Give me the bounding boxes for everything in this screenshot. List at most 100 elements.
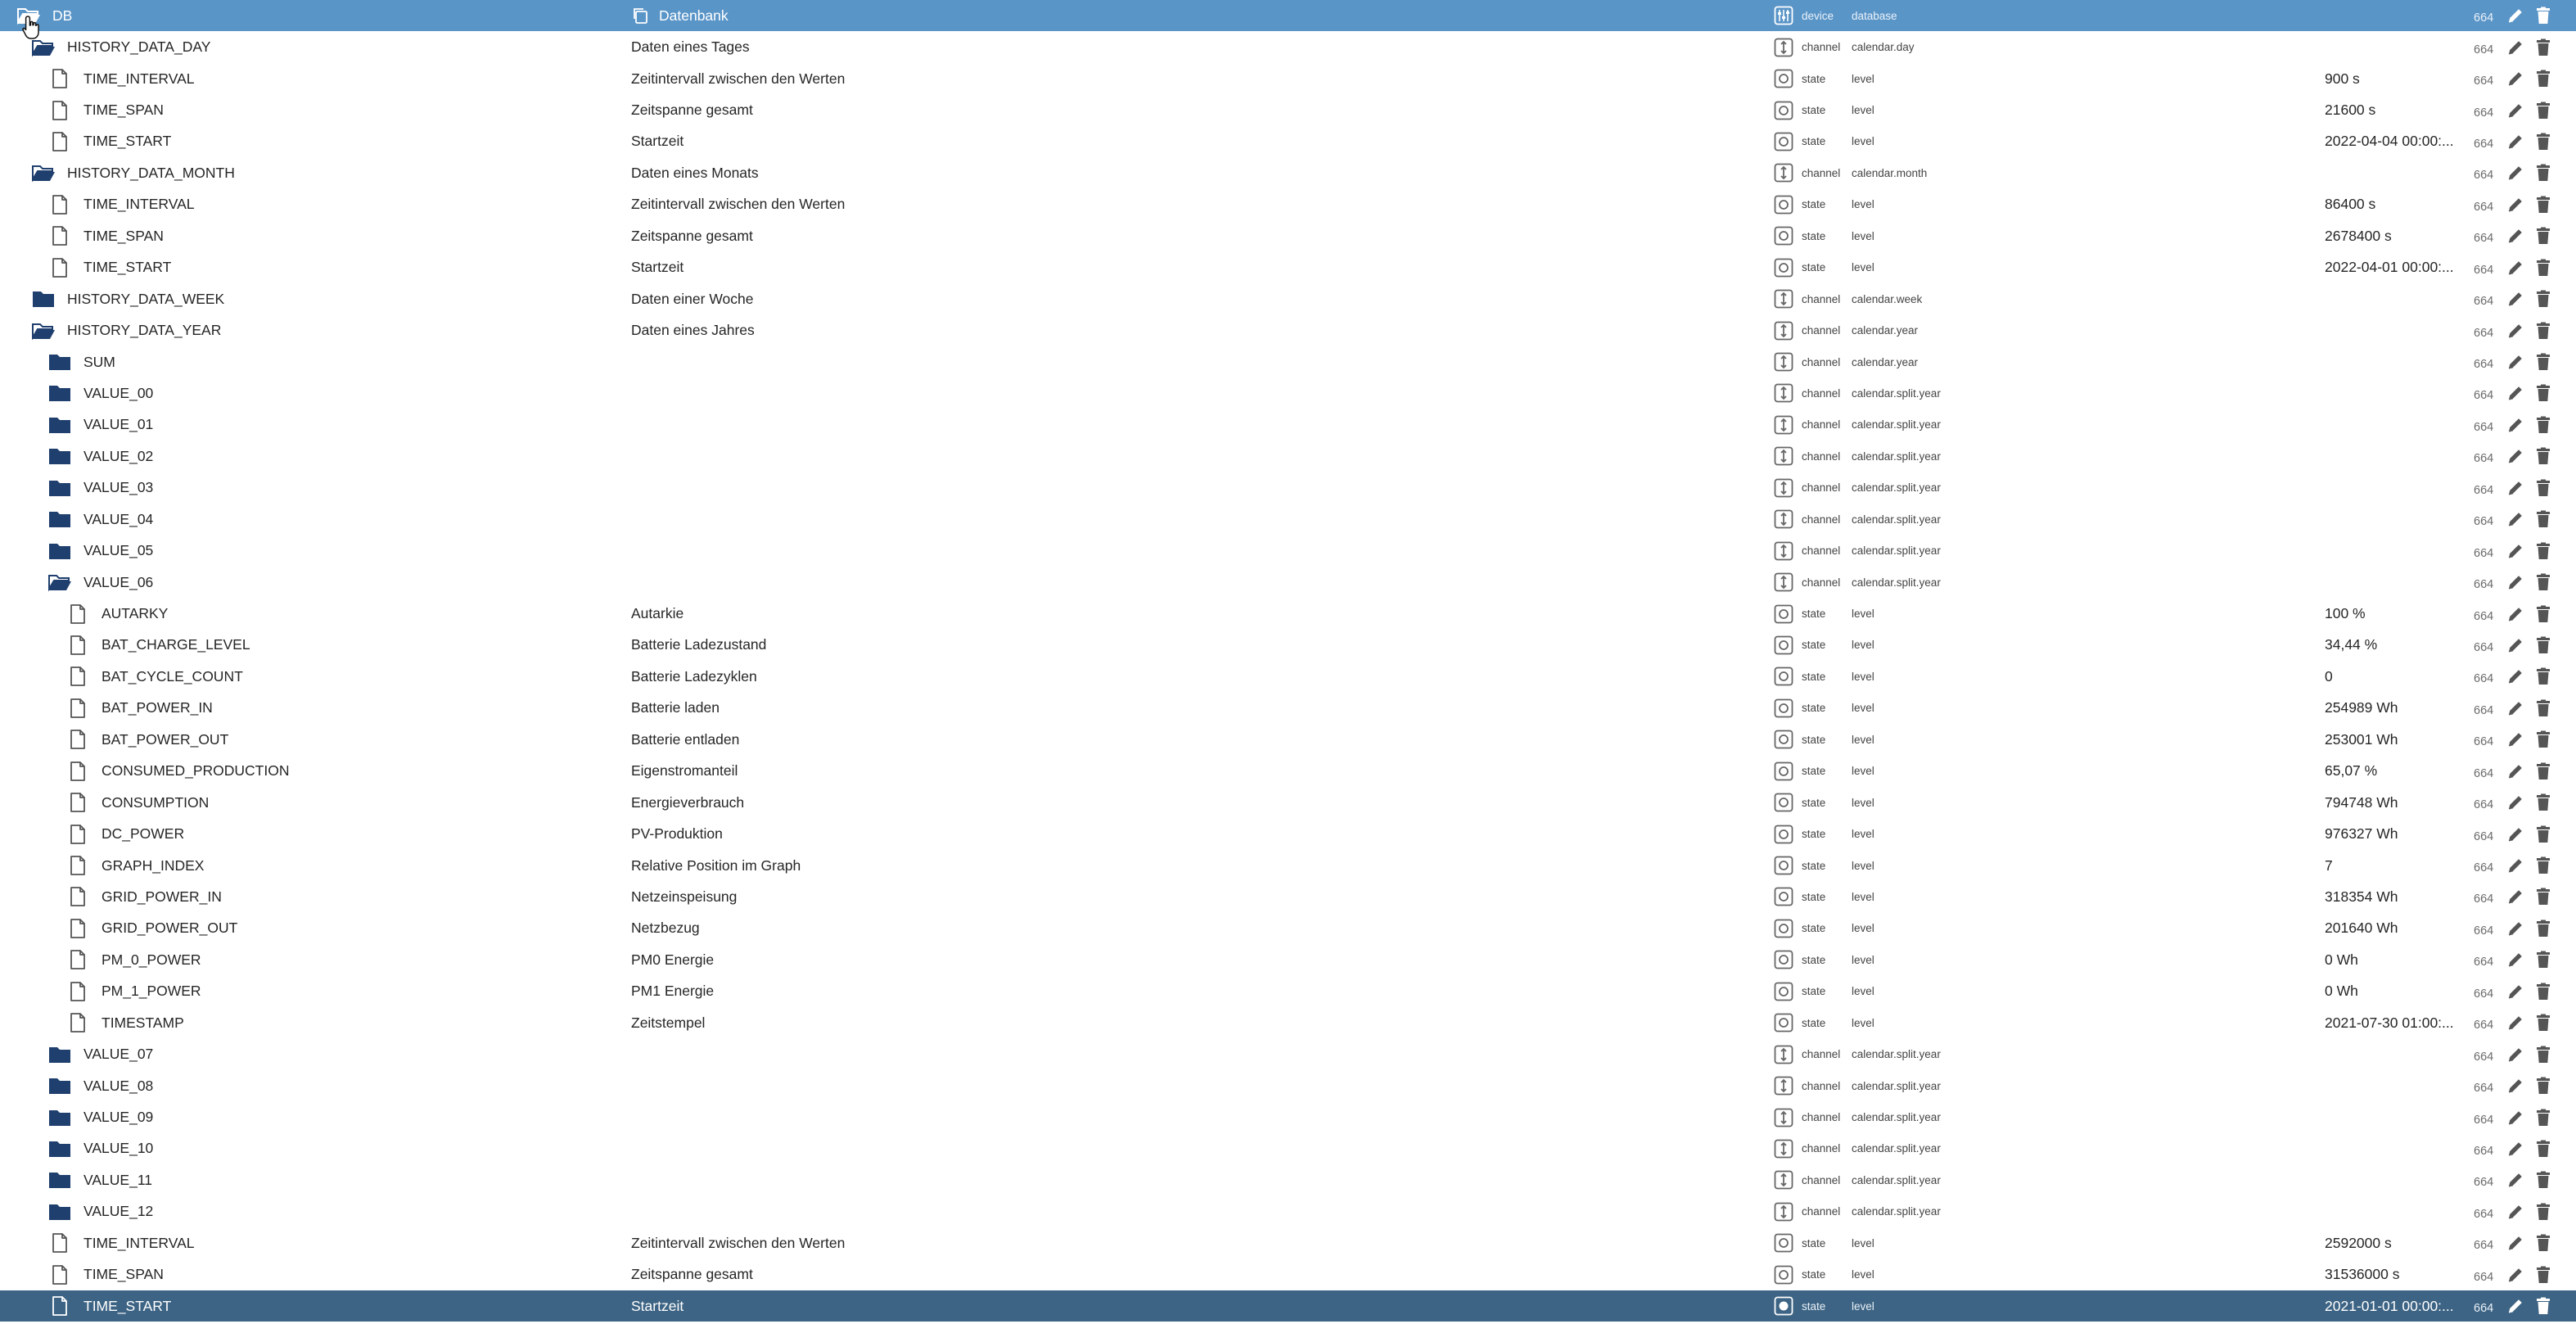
- folder-open-icon[interactable]: [47, 572, 72, 593]
- file-icon[interactable]: [65, 792, 90, 813]
- folder-icon[interactable]: [47, 1138, 72, 1159]
- tree-row[interactable]: VALUE_01 channel calendar.split.year 664: [0, 409, 2576, 441]
- folder-open-icon[interactable]: [31, 37, 56, 58]
- object-value[interactable]: 794748 Wh: [2325, 794, 2398, 811]
- folder-icon[interactable]: [31, 288, 56, 310]
- file-icon[interactable]: [65, 886, 90, 907]
- folder-icon[interactable]: [47, 540, 72, 562]
- tree-row[interactable]: GRID_POWER_IN Netzeinspeisung state level 31…: [0, 881, 2576, 912]
- tree-row[interactable]: AUTARKY Autarkie state level 100 % 664: [0, 598, 2576, 629]
- edit-icon[interactable]: [2505, 1107, 2526, 1128]
- file-icon[interactable]: [65, 1012, 90, 1033]
- tree-row[interactable]: SUM channel calendar.year 664: [0, 346, 2576, 377]
- edit-icon[interactable]: [2505, 1138, 2526, 1159]
- edit-icon[interactable]: [2505, 698, 2526, 719]
- edit-icon[interactable]: [2505, 1295, 2526, 1317]
- delete-icon[interactable]: [2533, 824, 2554, 845]
- object-value[interactable]: 2022-04-01 00:00:...: [2325, 259, 2454, 276]
- delete-icon[interactable]: [2533, 729, 2554, 750]
- tree-row[interactable]: PM_0_POWER PM0 Energie state level 0 Wh 664: [0, 944, 2576, 975]
- delete-icon[interactable]: [2533, 949, 2554, 970]
- delete-icon[interactable]: [2533, 1044, 2554, 1065]
- folder-icon[interactable]: [47, 1044, 72, 1065]
- delete-icon[interactable]: [2533, 5, 2554, 26]
- object-value[interactable]: 201640 Wh: [2325, 920, 2398, 937]
- delete-icon[interactable]: [2533, 1075, 2554, 1096]
- object-value[interactable]: 0 Wh: [2325, 951, 2358, 969]
- tree-row[interactable]: TIME_START Startzeit state level 2022-04-01 …: [0, 252, 2576, 283]
- tree-row[interactable]: GRID_POWER_OUT Netzbezug state level 201640 …: [0, 913, 2576, 944]
- tree-row[interactable]: VALUE_04 channel calendar.split.year 664: [0, 504, 2576, 535]
- object-value[interactable]: 0: [2325, 668, 2333, 685]
- edit-icon[interactable]: [2505, 729, 2526, 750]
- object-value[interactable]: 31536000 s: [2325, 1266, 2399, 1283]
- edit-icon[interactable]: [2505, 949, 2526, 970]
- tree-row[interactable]: BAT_POWER_OUT Batterie entladen state level…: [0, 724, 2576, 755]
- tree-row[interactable]: BAT_CYCLE_COUNT Batterie Ladezyklen state l…: [0, 661, 2576, 692]
- tree-row[interactable]: BAT_POWER_IN Batterie laden state level 2549…: [0, 693, 2576, 724]
- tree-row[interactable]: CONSUMED_PRODUCTION Eigenstromanteil state…: [0, 756, 2576, 787]
- delete-icon[interactable]: [2533, 100, 2554, 121]
- edit-icon[interactable]: [2505, 5, 2526, 26]
- delete-icon[interactable]: [2533, 603, 2554, 625]
- object-value[interactable]: 100 %: [2325, 605, 2366, 622]
- edit-icon[interactable]: [2505, 1169, 2526, 1191]
- delete-icon[interactable]: [2533, 792, 2554, 813]
- tree-row[interactable]: HISTORY_DATA_WEEK Daten einer Woche channe…: [0, 283, 2576, 314]
- delete-icon[interactable]: [2533, 698, 2554, 719]
- delete-icon[interactable]: [2533, 981, 2554, 1002]
- tree-row[interactable]: VALUE_00 channel calendar.split.year 664: [0, 377, 2576, 409]
- delete-icon[interactable]: [2533, 477, 2554, 499]
- tree-row[interactable]: VALUE_08 channel calendar.split.year 664: [0, 1070, 2576, 1101]
- delete-icon[interactable]: [2533, 1169, 2554, 1191]
- delete-icon[interactable]: [2533, 320, 2554, 341]
- file-icon[interactable]: [47, 1264, 72, 1286]
- delete-icon[interactable]: [2533, 351, 2554, 373]
- tree-row[interactable]: VALUE_03 channel calendar.split.year 664: [0, 472, 2576, 504]
- edit-icon[interactable]: [2505, 100, 2526, 121]
- delete-icon[interactable]: [2533, 540, 2554, 562]
- tree-row[interactable]: TIME_SPAN Zeitspanne gesamt state level 3153…: [0, 1259, 2576, 1290]
- tree-row[interactable]: PM_1_POWER PM1 Energie state level 0 Wh 664: [0, 976, 2576, 1007]
- tree-row[interactable]: GRAPH_INDEX Relative Position im Graph sta…: [0, 850, 2576, 881]
- object-value[interactable]: 2021-01-01 00:00:...: [2325, 1298, 2454, 1315]
- object-value[interactable]: 2021-07-30 01:00:...: [2325, 1014, 2454, 1032]
- edit-icon[interactable]: [2505, 351, 2526, 373]
- object-value[interactable]: 2678400 s: [2325, 228, 2392, 245]
- folder-icon[interactable]: [47, 1075, 72, 1096]
- edit-icon[interactable]: [2505, 761, 2526, 782]
- edit-icon[interactable]: [2505, 382, 2526, 404]
- file-icon[interactable]: [65, 666, 90, 687]
- edit-icon[interactable]: [2505, 508, 2526, 530]
- folder-icon[interactable]: [47, 1107, 72, 1128]
- tree-row[interactable]: TIME_START Startzeit state level 2021-01-01 …: [0, 1290, 2576, 1322]
- file-icon[interactable]: [47, 131, 72, 152]
- folder-icon[interactable]: [47, 382, 72, 404]
- delete-icon[interactable]: [2533, 225, 2554, 246]
- tree-row[interactable]: HISTORY_DATA_MONTH Daten eines Monats chan…: [0, 157, 2576, 188]
- file-icon[interactable]: [47, 1232, 72, 1254]
- edit-icon[interactable]: [2505, 288, 2526, 310]
- tree-row[interactable]: VALUE_09 channel calendar.split.year 664: [0, 1101, 2576, 1132]
- file-icon[interactable]: [65, 855, 90, 876]
- edit-icon[interactable]: [2505, 1264, 2526, 1286]
- folder-icon[interactable]: [47, 508, 72, 530]
- tree-row[interactable]: TIMESTAMP Zeitstempel state level 2021-07-30…: [0, 1007, 2576, 1038]
- file-icon[interactable]: [65, 635, 90, 656]
- file-icon[interactable]: [65, 981, 90, 1002]
- delete-icon[interactable]: [2533, 257, 2554, 278]
- edit-icon[interactable]: [2505, 886, 2526, 907]
- edit-icon[interactable]: [2505, 257, 2526, 278]
- tree-row[interactable]: VALUE_11 channel calendar.split.year 664: [0, 1164, 2576, 1195]
- delete-icon[interactable]: [2533, 1295, 2554, 1317]
- edit-icon[interactable]: [2505, 1044, 2526, 1065]
- tree-row[interactable]: VALUE_06 channel calendar.split.year 664: [0, 567, 2576, 598]
- edit-icon[interactable]: [2505, 792, 2526, 813]
- edit-icon[interactable]: [2505, 1075, 2526, 1096]
- file-icon[interactable]: [65, 949, 90, 970]
- edit-icon[interactable]: [2505, 572, 2526, 593]
- tree-row[interactable]: DC_POWER PV-Produktion state level 976327 Wh…: [0, 818, 2576, 849]
- tree-row[interactable]: VALUE_07 channel calendar.split.year 664: [0, 1038, 2576, 1069]
- object-value[interactable]: 253001 Wh: [2325, 731, 2398, 748]
- delete-icon[interactable]: [2533, 1201, 2554, 1222]
